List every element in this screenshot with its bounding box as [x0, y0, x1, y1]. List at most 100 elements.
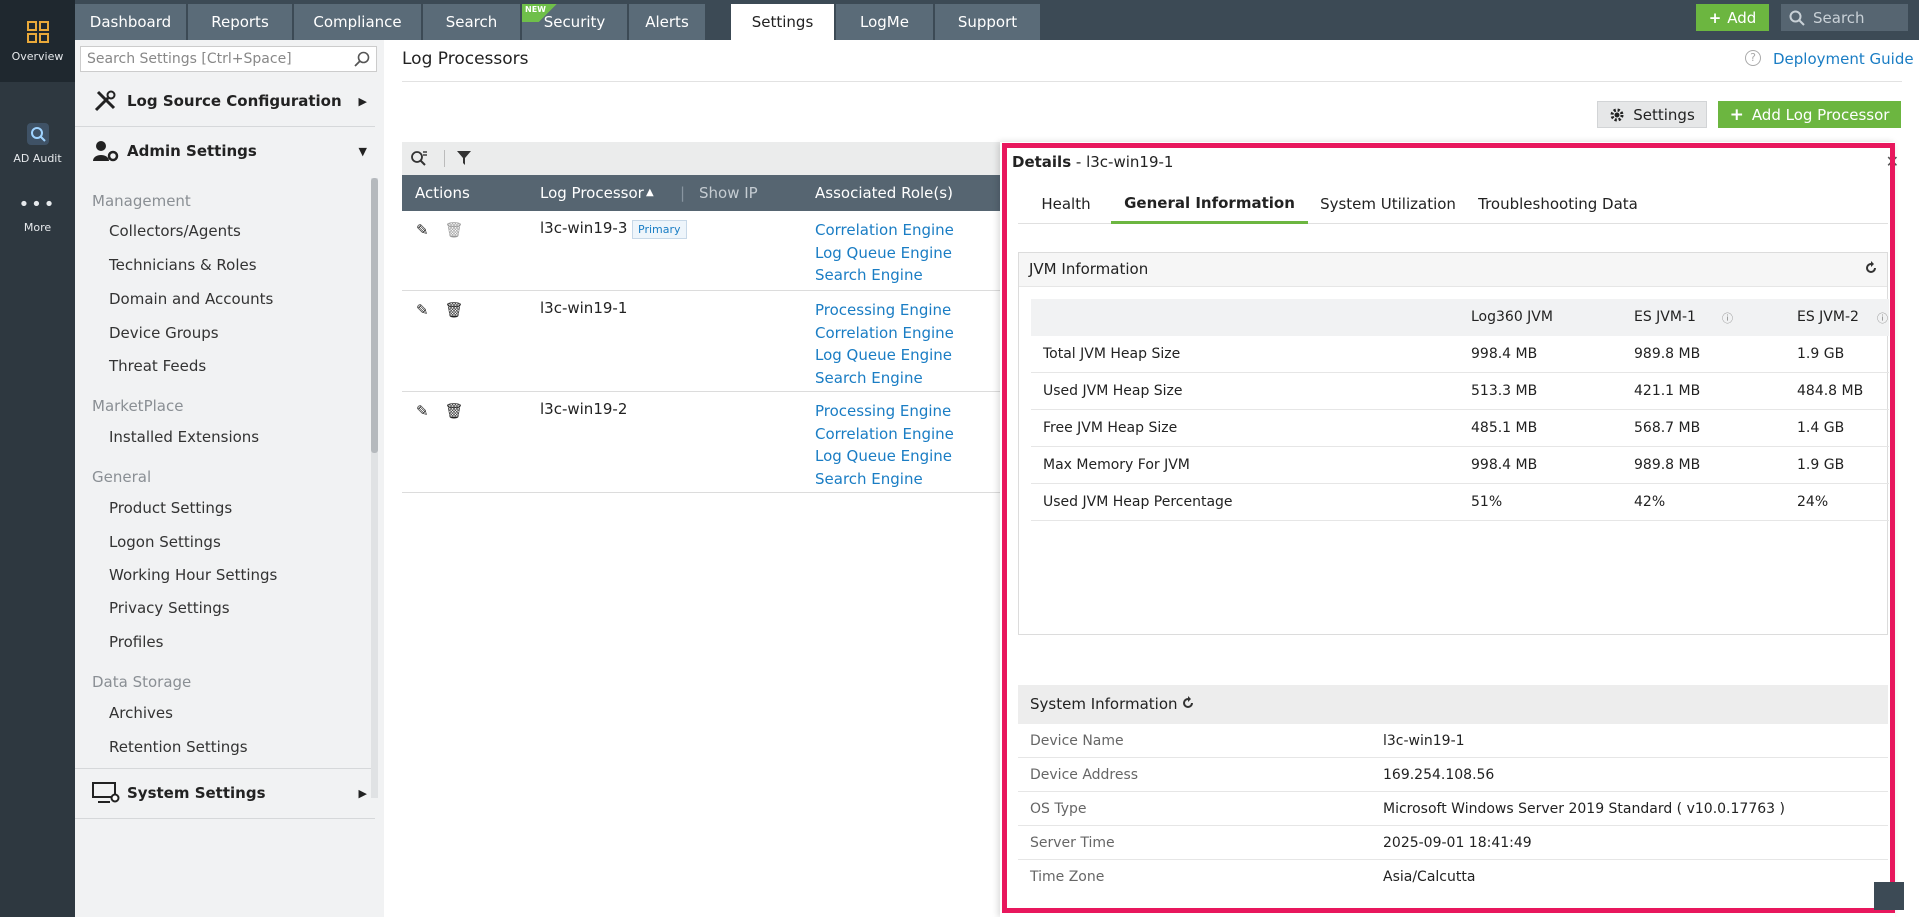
- sidebar-scrollbar[interactable]: [371, 178, 378, 798]
- sidebar-item-logon-settings[interactable]: Logon Settings: [109, 533, 221, 551]
- role-link[interactable]: Correlation Engine: [815, 423, 954, 446]
- tab-settings[interactable]: Settings: [731, 4, 835, 40]
- delete-icon[interactable]: 🗑: [445, 402, 464, 420]
- help-icon[interactable]: ?: [1745, 50, 1761, 66]
- sidebar-item-threat-feeds[interactable]: Threat Feeds: [109, 357, 206, 375]
- jvm-row-label: Max Memory For JVM: [1043, 457, 1190, 473]
- tab-logme[interactable]: LogMe: [836, 4, 934, 40]
- caret-right-icon: ▶: [358, 94, 367, 108]
- settings-button[interactable]: Settings: [1597, 101, 1707, 128]
- sidebar-item-privacy[interactable]: Privacy Settings: [109, 599, 230, 617]
- add-log-processor-button[interactable]: + Add Log Processor: [1718, 101, 1901, 128]
- rail-label: Overview: [11, 49, 64, 63]
- group-general: General: [92, 468, 152, 486]
- tab-health[interactable]: Health: [1018, 184, 1114, 224]
- sidebar-item-working-hour[interactable]: Working Hour Settings: [109, 566, 277, 584]
- role-link[interactable]: Search Engine: [815, 468, 954, 491]
- jvm-value: 1.9 GB: [1797, 457, 1845, 473]
- add-button[interactable]: + Add: [1696, 4, 1769, 31]
- rail-label: AD Audit: [13, 151, 62, 165]
- role-link[interactable]: Correlation Engine: [815, 322, 954, 345]
- info-icon[interactable]: ⓘ: [1722, 310, 1733, 326]
- sidebar-item-device-groups[interactable]: Device Groups: [109, 324, 219, 342]
- delete-icon[interactable]: 🗑: [445, 301, 464, 319]
- role-link[interactable]: Processing Engine: [815, 299, 954, 322]
- global-search-input[interactable]: Search: [1781, 4, 1908, 31]
- admin-settings-label: Admin Settings: [127, 142, 257, 160]
- search-filter-icon[interactable]: [410, 150, 428, 167]
- tab-alerts[interactable]: Alerts: [629, 4, 706, 40]
- system-info-key: OS Type: [1030, 801, 1087, 817]
- system-information-header: System Information: [1018, 685, 1888, 724]
- tab-troubleshooting-data[interactable]: Troubleshooting Data: [1468, 184, 1648, 224]
- tab-reports[interactable]: Reports: [188, 4, 293, 40]
- tab-dashboard[interactable]: Dashboard: [75, 4, 187, 40]
- system-info-row: OS Type Microsoft Windows Server 2019 St…: [1018, 792, 1888, 826]
- role-link[interactable]: Log Queue Engine: [815, 344, 954, 367]
- close-icon[interactable]: ✕: [1886, 152, 1899, 171]
- edit-icon[interactable]: ✎: [416, 221, 429, 239]
- jvm-row: Max Memory For JVM 998.4 MB 989.8 MB 1.9…: [1031, 447, 1889, 484]
- sidebar-item-domain[interactable]: Domain and Accounts: [109, 290, 273, 308]
- role-link[interactable]: Log Queue Engine: [815, 445, 954, 468]
- log-source-configuration[interactable]: Log Source Configuration ▶: [75, 88, 375, 114]
- filter-icon[interactable]: [457, 151, 471, 166]
- scrollbar-thumb[interactable]: [371, 178, 378, 453]
- monitor-gear-icon: [92, 782, 120, 803]
- sidebar-item-product-settings[interactable]: Product Settings: [109, 499, 232, 517]
- jvm-value: 989.8 MB: [1634, 457, 1701, 473]
- delete-icon[interactable]: 🗑: [445, 221, 464, 239]
- sidebar-item-profiles[interactable]: Profiles: [109, 633, 163, 651]
- sort-asc-icon[interactable]: ▲: [646, 187, 654, 198]
- col-log-processor[interactable]: Log Processor: [540, 184, 644, 202]
- role-link[interactable]: Processing Engine: [815, 400, 954, 423]
- table-row: ✎ 🗑 l3c-win19-2 Processing Engine Correl…: [402, 392, 1002, 493]
- role-list: Processing Engine Correlation Engine Log…: [815, 400, 954, 490]
- col-log360-jvm: Log360 JVM: [1471, 309, 1553, 325]
- tools-icon: [94, 90, 116, 112]
- role-link[interactable]: Search Engine: [815, 264, 954, 287]
- jvm-title: JVM Information: [1029, 260, 1149, 278]
- tab-security[interactable]: NEW Security: [522, 4, 628, 40]
- settings-search-input[interactable]: Search Settings [Ctrl+Space]: [80, 46, 377, 72]
- tab-search[interactable]: Search: [423, 4, 521, 40]
- info-icon[interactable]: ⓘ: [1877, 310, 1888, 326]
- system-info-key: Server Time: [1030, 835, 1115, 851]
- rail-overview[interactable]: Overview: [0, 0, 75, 82]
- tab-support[interactable]: Support: [935, 4, 1041, 40]
- deployment-guide-link[interactable]: Deployment Guide: [1773, 50, 1914, 68]
- tab-compliance[interactable]: Compliance: [294, 4, 422, 40]
- tab-general-information[interactable]: General Information: [1111, 184, 1308, 224]
- system-info-value: 169.254.108.56: [1383, 767, 1495, 783]
- row-actions: ✎ 🗑: [416, 221, 464, 239]
- sidebar-item-archives[interactable]: Archives: [109, 704, 173, 722]
- system-info-value: Microsoft Windows Server 2019 Standard (…: [1383, 801, 1785, 817]
- jvm-header: JVM Information: [1019, 253, 1887, 287]
- edit-icon[interactable]: ✎: [416, 402, 429, 420]
- system-info-value: l3c-win19-1: [1383, 733, 1465, 749]
- sidebar-item-collectors[interactable]: Collectors/Agents: [109, 222, 241, 240]
- sidebar-item-retention[interactable]: Retention Settings: [109, 738, 248, 756]
- search-icon: [354, 51, 370, 67]
- edit-icon[interactable]: ✎: [416, 301, 429, 319]
- admin-settings[interactable]: Admin Settings ▼: [75, 138, 375, 164]
- show-ip-link[interactable]: Show IP: [699, 184, 758, 202]
- refresh-icon[interactable]: [1180, 695, 1196, 711]
- role-link[interactable]: Log Queue Engine: [815, 242, 954, 265]
- system-info-value: 2025-09-01 18:41:49: [1383, 835, 1532, 851]
- tab-system-utilization[interactable]: System Utilization: [1313, 184, 1463, 224]
- system-settings[interactable]: System Settings ▶: [75, 780, 375, 806]
- primary-badge: Primary: [632, 220, 687, 239]
- role-link[interactable]: Search Engine: [815, 367, 954, 390]
- rail-more[interactable]: ••• More: [0, 184, 75, 244]
- sidebar-item-installed-extensions[interactable]: Installed Extensions: [109, 428, 259, 446]
- role-link[interactable]: Correlation Engine: [815, 219, 954, 242]
- sidebar-item-technicians[interactable]: Technicians & Roles: [109, 256, 257, 274]
- rail-ad-audit[interactable]: AD Audit: [0, 102, 75, 184]
- jvm-row: Total JVM Heap Size 998.4 MB 989.8 MB 1.…: [1031, 336, 1889, 373]
- refresh-icon[interactable]: [1863, 260, 1879, 276]
- caret-right-icon: ▶: [358, 786, 367, 800]
- jvm-value: 513.3 MB: [1471, 383, 1538, 399]
- feedback-corner-button[interactable]: [1874, 882, 1904, 910]
- toolbar-separator: [444, 150, 445, 167]
